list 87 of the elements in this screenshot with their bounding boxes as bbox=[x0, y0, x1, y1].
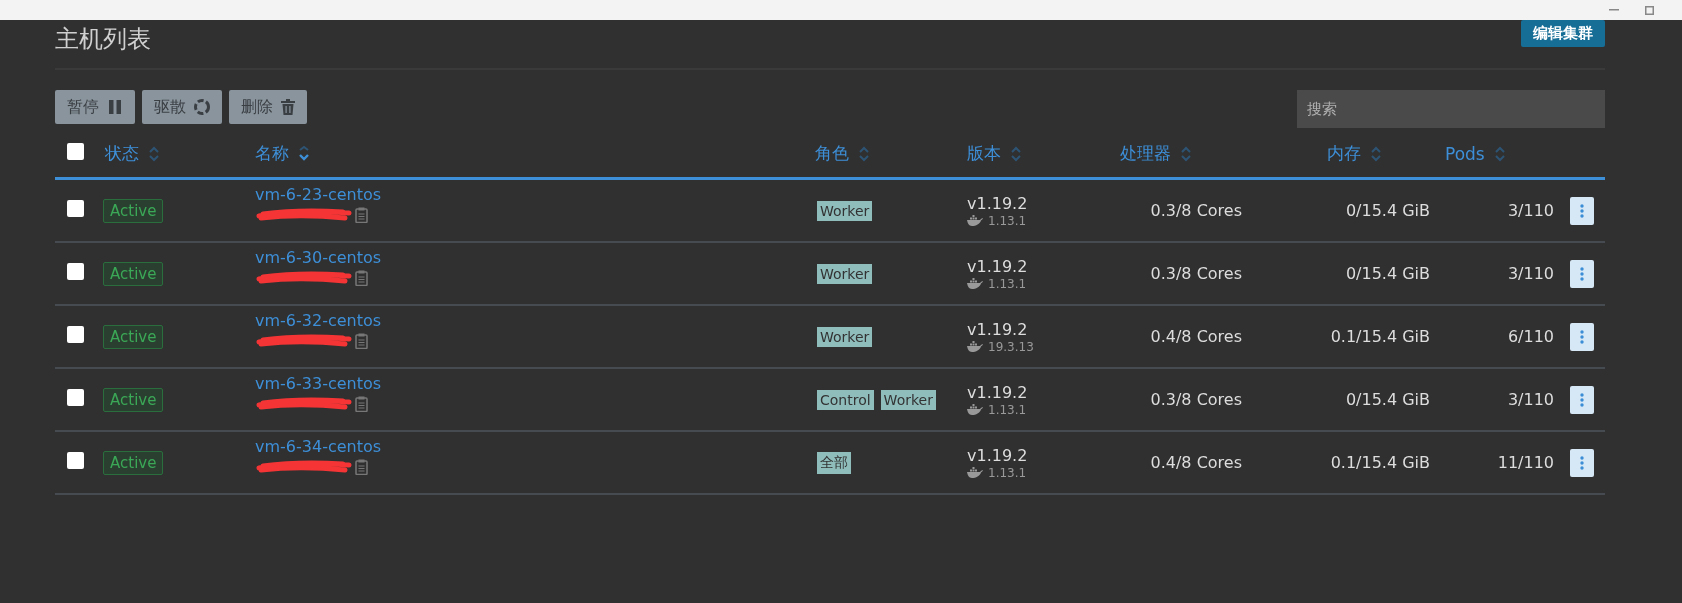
sort-icon[interactable] bbox=[1494, 145, 1505, 162]
role-tag: Worker bbox=[817, 200, 873, 221]
minimize-icon[interactable] bbox=[1609, 9, 1619, 11]
memory-usage-text: 0/15.4 GiB bbox=[1344, 264, 1431, 283]
maximize-icon[interactable] bbox=[1645, 5, 1654, 15]
sort-icon[interactable] bbox=[149, 145, 159, 162]
cpu-usage-text: 0.3/8 Cores bbox=[1149, 390, 1243, 409]
host-name-link[interactable]: vm-6-30-centos bbox=[255, 248, 810, 267]
sort-icon[interactable] bbox=[299, 145, 309, 162]
host-name-link[interactable]: vm-6-34-centos bbox=[255, 437, 810, 456]
page-title: 主机列表 bbox=[55, 24, 151, 55]
row-checkbox[interactable] bbox=[67, 389, 84, 406]
column-header[interactable]: 状态 bbox=[105, 142, 139, 165]
sort-icon[interactable] bbox=[1011, 145, 1021, 162]
host-name-link[interactable]: vm-6-32-centos bbox=[255, 311, 810, 330]
pods-count-text: 3/110 bbox=[1506, 201, 1555, 220]
column-header[interactable]: 版本 bbox=[967, 142, 1001, 165]
version-text: v1.19.2 bbox=[967, 256, 1029, 276]
docker-version-text: 1.13.1 bbox=[988, 213, 1027, 228]
host-name-link[interactable]: vm-6-33-centos bbox=[255, 374, 810, 393]
column-header[interactable]: 角色 bbox=[815, 142, 849, 165]
more-menu-button[interactable] bbox=[1570, 259, 1594, 288]
version-text: v1.19.2 bbox=[967, 445, 1029, 465]
pods-count-text: 3/110 bbox=[1506, 264, 1555, 283]
status-badge: Active bbox=[103, 450, 164, 475]
version-text: v1.19.2 bbox=[967, 382, 1029, 402]
more-menu-button[interactable] bbox=[1570, 196, 1594, 225]
version-text: v1.19.2 bbox=[967, 193, 1029, 213]
memory-usage-text: 0/15.4 GiB bbox=[1344, 201, 1431, 220]
role-tag: Worker bbox=[880, 389, 936, 410]
role-tag: Worker bbox=[817, 263, 873, 284]
memory-usage-text: 0.1/15.4 GiB bbox=[1329, 327, 1431, 346]
clipboard-icon[interactable] bbox=[355, 207, 368, 223]
trash-icon bbox=[281, 99, 295, 115]
pods-count-text: 3/110 bbox=[1506, 390, 1555, 409]
clipboard-icon[interactable] bbox=[355, 270, 368, 286]
more-menu-button[interactable] bbox=[1570, 448, 1594, 477]
column-header[interactable]: 名称 bbox=[255, 142, 289, 165]
column-header[interactable]: 处理器 bbox=[1120, 142, 1171, 165]
cpu-usage-text: 0.3/8 Cores bbox=[1149, 264, 1243, 283]
kebab-menu-icon bbox=[1580, 329, 1584, 344]
row-checkbox[interactable] bbox=[67, 200, 84, 217]
pods-count-text: 6/110 bbox=[1506, 327, 1555, 346]
sort-icon[interactable] bbox=[1181, 145, 1191, 162]
clipboard-icon[interactable] bbox=[355, 459, 368, 475]
column-header[interactable]: Pods bbox=[1445, 143, 1485, 164]
sort-icon[interactable] bbox=[1371, 145, 1381, 162]
pods-count-text: 11/110 bbox=[1496, 453, 1555, 472]
aperture-icon bbox=[194, 99, 210, 115]
select-all-checkbox[interactable] bbox=[67, 143, 84, 160]
status-badge: Active bbox=[103, 261, 164, 286]
action-button[interactable]: 驱散 bbox=[142, 90, 222, 124]
memory-usage-text: 0.1/15.4 GiB bbox=[1329, 453, 1431, 472]
status-badge: Active bbox=[103, 387, 164, 412]
column-header[interactable]: 内存 bbox=[1327, 142, 1361, 165]
docker-version-text: 19.3.13 bbox=[988, 339, 1034, 354]
cpu-usage-text: 0.4/8 Cores bbox=[1149, 327, 1243, 346]
cpu-usage-text: 0.3/8 Cores bbox=[1149, 201, 1243, 220]
kebab-menu-icon bbox=[1580, 455, 1584, 470]
status-badge: Active bbox=[103, 324, 164, 349]
kebab-menu-icon bbox=[1580, 392, 1584, 407]
action-button[interactable]: 删除 bbox=[229, 90, 307, 124]
more-menu-button[interactable] bbox=[1570, 322, 1594, 351]
kebab-menu-icon bbox=[1580, 266, 1584, 281]
role-tag: 全部 bbox=[817, 451, 851, 474]
action-button[interactable]: 暂停 bbox=[55, 90, 135, 124]
memory-usage-text: 0/15.4 GiB bbox=[1344, 390, 1431, 409]
docker-version-text: 1.13.1 bbox=[988, 465, 1027, 480]
docker-version-text: 1.13.1 bbox=[988, 402, 1027, 417]
clipboard-icon[interactable] bbox=[355, 333, 368, 349]
clipboard-icon[interactable] bbox=[355, 396, 368, 412]
status-badge: Active bbox=[103, 198, 164, 223]
row-checkbox[interactable] bbox=[67, 326, 84, 343]
role-tag: Control bbox=[817, 389, 874, 410]
role-tag: Worker bbox=[817, 326, 873, 347]
host-name-link[interactable]: vm-6-23-centos bbox=[255, 185, 810, 204]
more-menu-button[interactable] bbox=[1570, 385, 1594, 414]
row-checkbox[interactable] bbox=[67, 263, 84, 280]
version-text: v1.19.2 bbox=[967, 319, 1029, 339]
cpu-usage-text: 0.4/8 Cores bbox=[1149, 453, 1243, 472]
sort-icon[interactable] bbox=[859, 145, 869, 162]
kebab-menu-icon bbox=[1580, 203, 1584, 218]
search-field[interactable]: 搜索 bbox=[1297, 90, 1605, 128]
docker-version-text: 1.13.1 bbox=[988, 276, 1027, 291]
row-checkbox[interactable] bbox=[67, 452, 84, 469]
edit-cluster-button[interactable]: 编辑集群 bbox=[1521, 20, 1605, 47]
pause-icon bbox=[107, 99, 123, 115]
